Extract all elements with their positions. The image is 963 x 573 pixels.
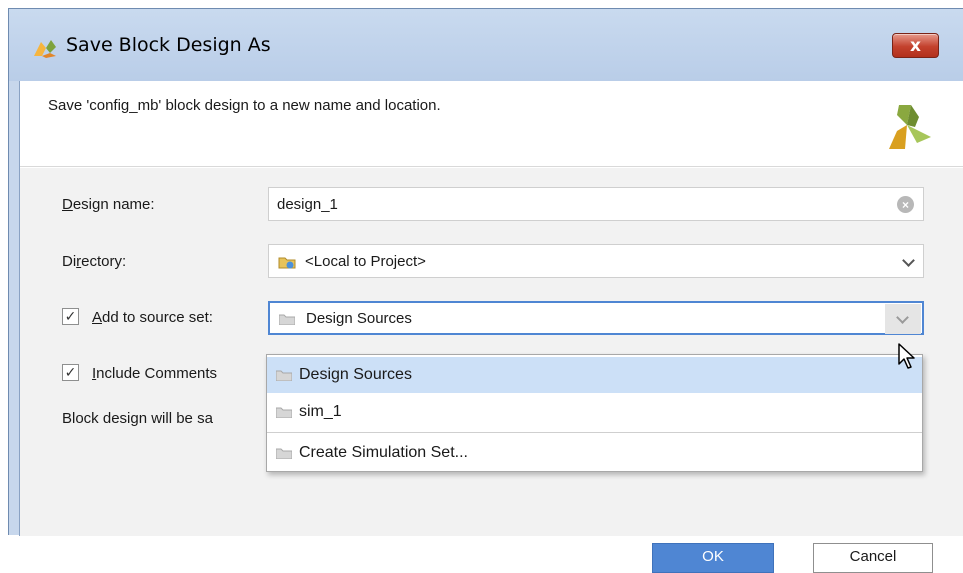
dropdown-option-label: Design Sources	[299, 366, 412, 383]
dropdown-toggle-button[interactable]	[885, 304, 921, 334]
dialog-header: Save 'config_mb' block design to a new n…	[20, 81, 963, 167]
dropdown-separator	[267, 432, 922, 433]
save-location-note: Block design will be sa	[62, 410, 213, 427]
project-folder-icon	[278, 257, 296, 269]
ok-button[interactable]: OK	[652, 543, 774, 573]
include-comments-checkbox[interactable]: ✓	[62, 364, 79, 381]
clear-icon[interactable]: ×	[897, 196, 914, 213]
dropdown-option-design-sources[interactable]: Design Sources	[267, 357, 922, 393]
chevron-down-icon	[896, 311, 909, 324]
xilinx-logo-icon	[34, 40, 56, 58]
title-bar[interactable]: Save Block Design As x	[9, 9, 963, 81]
folder-icon	[276, 448, 292, 459]
close-button[interactable]: x	[892, 33, 939, 58]
dropdown-option-create-simulation-set[interactable]: Create Simulation Set...	[267, 435, 922, 471]
source-set-dropdown: Design Sources sim_1 Create Simulation S…	[266, 354, 923, 472]
window-title: Save Block Design As	[66, 34, 271, 56]
add-source-set-label: Add to source set:	[92, 309, 213, 326]
include-comments-label: Include Comments	[92, 365, 218, 382]
source-set-combo[interactable]: Design Sources	[268, 301, 924, 335]
source-set-value: Design Sources	[306, 310, 412, 327]
dialog-description: Save 'config_mb' block design to a new n…	[48, 97, 441, 114]
xilinx-logo-icon	[889, 105, 931, 149]
design-name-input[interactable]: design_1 ×	[268, 187, 924, 221]
dialog-window: Save Block Design As x Save 'config_mb' …	[8, 8, 963, 573]
design-name-value: design_1	[277, 196, 338, 213]
dropdown-option-sim-1[interactable]: sim_1	[267, 394, 922, 430]
directory-combo[interactable]: <Local to Project>	[268, 244, 924, 278]
form-area: Design name: design_1 × Directory: <Loca…	[20, 168, 963, 573]
design-name-label: Design name:	[62, 196, 155, 213]
directory-label: Directory:	[62, 253, 127, 270]
folder-icon	[279, 314, 295, 325]
dropdown-option-label: sim_1	[299, 403, 342, 420]
folder-icon	[276, 370, 292, 381]
mouse-cursor-icon	[898, 343, 915, 369]
folder-icon	[276, 407, 292, 418]
chevron-down-icon[interactable]	[902, 254, 915, 267]
dropdown-option-label: Create Simulation Set...	[299, 444, 468, 461]
cancel-button[interactable]: Cancel	[813, 543, 933, 573]
directory-value: <Local to Project>	[305, 253, 426, 270]
close-icon: x	[910, 35, 921, 56]
add-source-set-checkbox[interactable]: ✓	[62, 308, 79, 325]
